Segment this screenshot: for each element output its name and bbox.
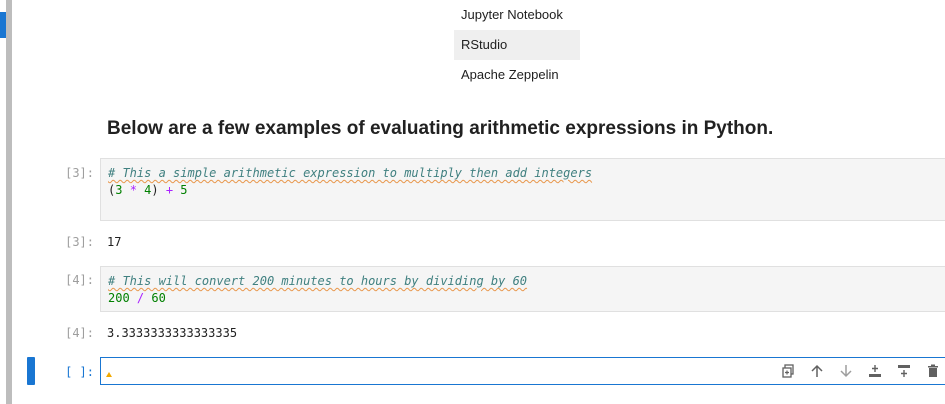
table-row: RStudio — [454, 30, 580, 60]
code-cell-input[interactable]: # This a simple arithmetic expression to… — [100, 158, 945, 221]
cell-output: 17 — [107, 235, 122, 249]
insert-below-icon[interactable] — [894, 362, 914, 380]
output-prompt: [4]: — [65, 326, 94, 340]
left-rail — [0, 0, 14, 404]
code-token: 5 — [173, 183, 188, 197]
code-token: / — [129, 291, 152, 305]
delete-icon[interactable] — [923, 362, 943, 380]
input-prompt: [ ]: — [65, 365, 94, 379]
code-comment: # This a simple arithmetic expression to… — [108, 166, 593, 180]
insert-above-icon[interactable] — [865, 362, 885, 380]
output-prompt: [3]: — [65, 235, 94, 249]
code-token: * — [122, 183, 145, 197]
markdown-table: Jupyter Notebook RStudio Apache Zeppelin — [454, 0, 580, 90]
duplicate-icon[interactable] — [778, 362, 798, 380]
code-token: 60 — [151, 291, 166, 305]
code-token: + — [165, 183, 174, 197]
input-prompt: [3]: — [65, 166, 94, 180]
table-row: Apache Zeppelin — [461, 67, 559, 82]
cell-output: 3.3333333333333335 — [107, 326, 238, 340]
code-cell-input[interactable]: # This will convert 200 minutes to hours… — [100, 266, 945, 312]
markdown-heading: Below are a few examples of evaluating a… — [107, 118, 774, 139]
code-token: 200 — [108, 291, 130, 305]
table-row: Jupyter Notebook — [461, 7, 563, 22]
code-token: ) — [151, 183, 166, 197]
code-line: 200 / 60 — [101, 290, 945, 307]
code-line: # This a simple arithmetic expression to… — [101, 165, 945, 182]
code-line: # This will convert 200 minutes to hours… — [101, 273, 945, 290]
code-comment: # This will convert 200 minutes to hours… — [108, 274, 528, 288]
code-line: (3 * 4) + 5 — [101, 182, 945, 199]
move-down-icon[interactable] — [836, 362, 856, 380]
cell-collapser[interactable] — [6, 0, 12, 404]
move-up-icon[interactable] — [807, 362, 827, 380]
input-prompt: [4]: — [65, 273, 94, 287]
warning-marker-icon — [106, 372, 112, 377]
active-marker-top — [0, 12, 6, 38]
